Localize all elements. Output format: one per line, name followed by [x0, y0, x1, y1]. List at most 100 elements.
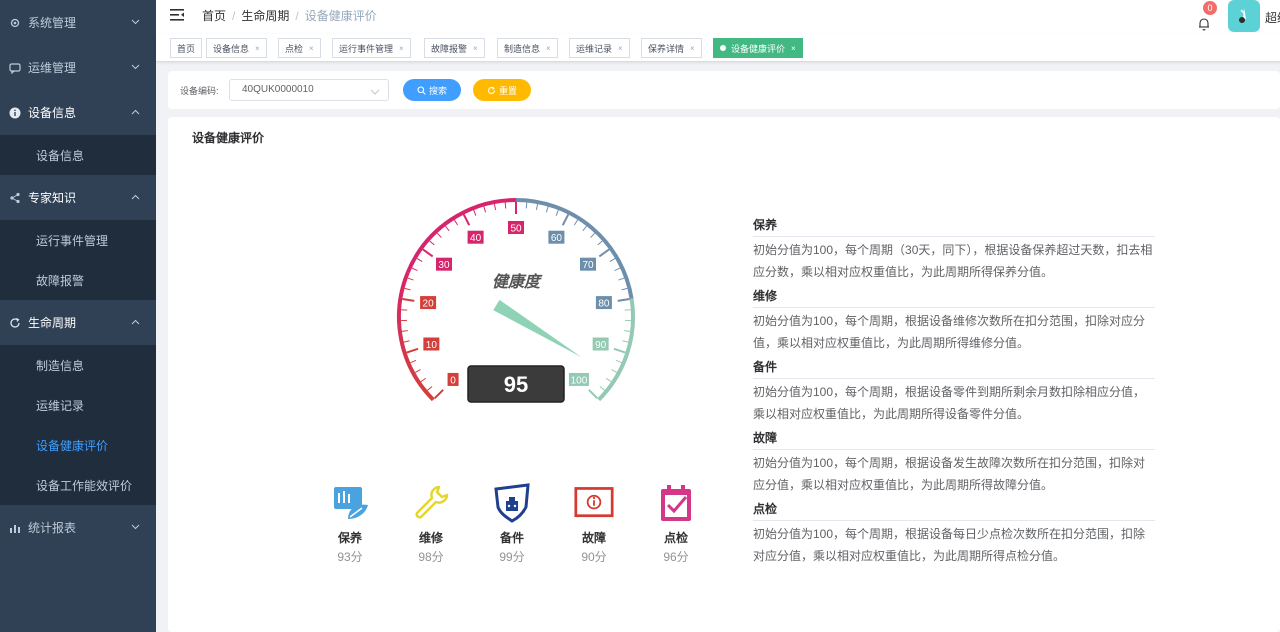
- gauge-tick: [429, 240, 435, 246]
- category-score: 96分: [663, 550, 689, 564]
- share-icon: [8, 191, 22, 205]
- gauge-tick: [617, 298, 630, 302]
- close-icon[interactable]: ×: [791, 44, 796, 53]
- tag-alarms[interactable]: 故障报警 ×: [424, 38, 485, 58]
- username[interactable]: 超级: [1265, 9, 1280, 26]
- tag-device-info[interactable]: 设备信息 ×: [206, 38, 267, 58]
- tag-inspection[interactable]: 点检 ×: [278, 38, 321, 58]
- gauge-tick: [411, 267, 418, 272]
- chevron-down-icon: [130, 17, 140, 27]
- card-title: 设备健康评价: [192, 131, 265, 145]
- sidebar-item-label: 运维管理: [28, 61, 77, 75]
- device-code-select[interactable]: 40QUK0000010: [229, 79, 389, 101]
- breadcrumb-home[interactable]: 首页: [202, 7, 226, 24]
- gauge-tick: [615, 359, 622, 364]
- tag-events[interactable]: 运行事件管理 ×: [332, 38, 411, 58]
- sidebar-item-expert[interactable]: 专家知识: [0, 175, 156, 220]
- top-navbar: 首页 / 生命周期 / 设备健康评价 0 超级: [156, 0, 1280, 34]
- tag-label: 首页: [177, 43, 196, 54]
- gauge-tick: [535, 203, 539, 211]
- sidebar-item-system[interactable]: 系统管理: [0, 0, 156, 45]
- notification-badge: 0: [1203, 1, 1217, 15]
- sidebar-sub-maintenance-records[interactable]: 运维记录: [0, 385, 156, 425]
- sidebar-item-device-info[interactable]: 设备信息: [0, 90, 156, 135]
- gauge-tick-label: 20: [420, 296, 437, 310]
- category-spare-parts: 备件 99分: [482, 483, 542, 565]
- description-title: 备件: [753, 358, 1155, 379]
- bell-icon[interactable]: [1197, 17, 1211, 31]
- sidebar-sub-health-eval[interactable]: 设备健康评价: [0, 425, 156, 465]
- gauge-tick: [597, 240, 603, 246]
- chevron-down-icon: [370, 85, 380, 95]
- chat-icon: [8, 61, 22, 75]
- sidebar-item-label: 设备信息: [28, 106, 77, 120]
- gauge-tick: [621, 287, 628, 291]
- gauge-tick: [422, 248, 434, 258]
- sidebar-item-lifecycle[interactable]: 生命周期: [0, 300, 156, 345]
- avatar[interactable]: [1228, 0, 1260, 32]
- tag-label: 点检: [285, 43, 304, 54]
- tag-health-eval[interactable]: 设备健康评价 ×: [713, 38, 803, 58]
- description-text: 初始分值为100，每个周期，根据设备零件到期所剩余月数扣除相应分值，乘以相对应权…: [753, 385, 1146, 421]
- tag-upkeep-detail[interactable]: 保养详情 ×: [641, 38, 702, 58]
- breadcrumb-lifecycle[interactable]: 生命周期: [241, 7, 289, 24]
- tag-label: 运维记录: [576, 43, 613, 54]
- gauge-tick: [402, 298, 415, 302]
- hamburger-menu-icon[interactable]: [170, 8, 184, 21]
- close-icon[interactable]: ×: [473, 44, 478, 53]
- gauge-tick: [618, 277, 625, 281]
- close-icon[interactable]: ×: [399, 44, 404, 53]
- gauge-tick: [599, 386, 605, 391]
- tag-label: 设备健康评价: [731, 43, 786, 54]
- svg-text:70: 70: [582, 260, 594, 271]
- sidebar-sub-device-info[interactable]: 设备信息: [0, 135, 156, 175]
- gauge-tick: [504, 202, 507, 209]
- gauge-tick: [404, 287, 411, 291]
- leaf-document-icon: [330, 483, 370, 523]
- reset-button[interactable]: 重置: [473, 79, 531, 101]
- description-title: 保养: [753, 216, 1155, 237]
- gauge-arc-segment: [406, 198, 517, 273]
- tag-manufacture[interactable]: 制造信息 ×: [497, 38, 558, 58]
- sidebar: 系统管理 运维管理 设备信息 设备信息 专家知识 运行事件管理 故障报警 生命周…: [0, 0, 156, 632]
- gauge-tick: [453, 219, 459, 226]
- close-icon[interactable]: ×: [309, 44, 314, 53]
- close-icon[interactable]: ×: [618, 44, 623, 53]
- gauge-tick: [493, 203, 497, 211]
- sidebar-sub-events[interactable]: 运行事件管理: [0, 220, 156, 260]
- gauge-tick: [410, 359, 417, 364]
- close-icon[interactable]: ×: [690, 44, 695, 53]
- sidebar-sub-alarms[interactable]: 故障报警: [0, 260, 156, 300]
- description-repair: 维修 初始分值为100，每个周期，根据设备维修次数所在扣分范围，扣除对应分值，乘…: [753, 287, 1155, 354]
- gauge-tick: [555, 209, 559, 216]
- close-icon[interactable]: ×: [546, 44, 551, 53]
- sidebar-item-ops[interactable]: 运维管理: [0, 45, 156, 90]
- info-icon: [8, 106, 22, 120]
- tag-maintenance-records[interactable]: 运维记录 ×: [569, 38, 630, 58]
- sidebar-item-reports[interactable]: 统计报表: [0, 505, 156, 550]
- gauge-tick-label: 100: [568, 372, 589, 386]
- gauge-tick: [420, 377, 427, 383]
- search-form: 设备编码: 40QUK0000010 搜索 重置: [168, 71, 1280, 109]
- gauge-value: 95: [504, 372, 528, 397]
- search-button[interactable]: 搜索: [403, 79, 461, 101]
- gauge-tick: [613, 347, 626, 354]
- gauge-tick-label: 10: [423, 337, 440, 351]
- gauge-tick-label: 70: [580, 257, 597, 271]
- close-icon[interactable]: ×: [255, 44, 260, 53]
- tag-home[interactable]: 首页: [170, 38, 203, 58]
- sidebar-sub-manufacture[interactable]: 制造信息: [0, 345, 156, 385]
- gauge-tick-label: 30: [435, 257, 452, 271]
- active-dot-icon: [720, 45, 726, 51]
- category-score: 99分: [499, 550, 525, 564]
- sidebar-sub-efficiency-eval[interactable]: 设备工作能效评价: [0, 465, 156, 505]
- gauge-needle: [493, 299, 582, 358]
- svg-text:0: 0: [450, 375, 456, 386]
- description-inspection: 点检 初始分值为100，每个周期，根据设备每日少点检次数所在扣分范围，扣除对应分…: [753, 500, 1155, 567]
- svg-text:40: 40: [470, 233, 482, 244]
- description-title: 故障: [753, 429, 1155, 450]
- category-name: 保养: [337, 531, 362, 545]
- description-spare-parts: 备件 初始分值为100，每个周期，根据设备零件到期所剩余月数扣除相应分值，乘以相…: [753, 358, 1155, 425]
- svg-text:60: 60: [551, 233, 563, 244]
- gauge-tick: [611, 369, 618, 373]
